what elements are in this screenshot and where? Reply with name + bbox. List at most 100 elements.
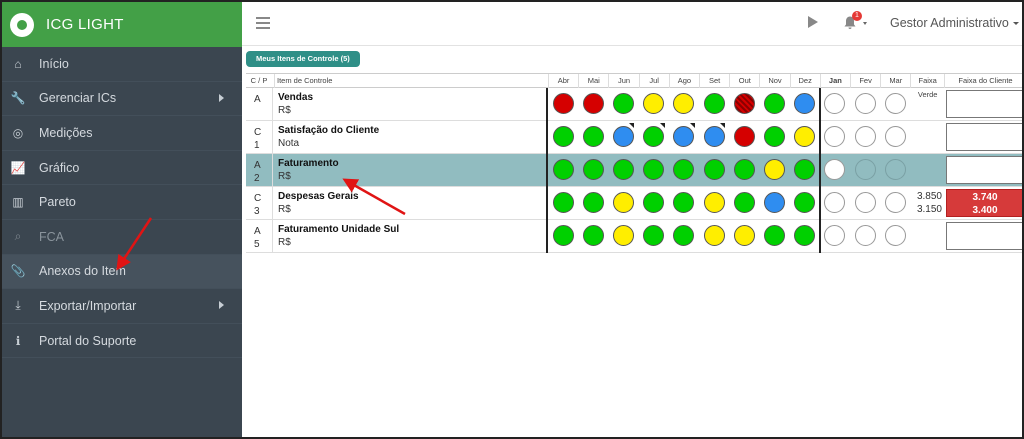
comment-flag-icon — [659, 123, 665, 128]
status-dot-green[interactable] — [733, 159, 755, 180]
faixa-cliente-top: 3.740 — [972, 192, 998, 203]
status-dot-yellow[interactable] — [643, 93, 665, 114]
item-name[interactable]: Satisfação do Cliente — [278, 125, 379, 137]
status-dot-blue[interactable] — [763, 192, 785, 213]
status-dot-green[interactable] — [582, 126, 604, 147]
sidebar-item-exportar-importar[interactable]: ⤓ Exportar/Importar — [2, 289, 242, 324]
sidebar-item-in-cio[interactable]: ⌂ Início — [2, 47, 242, 82]
status-dot-blue[interactable] — [612, 126, 634, 147]
status-dot-empty[interactable] — [854, 159, 876, 180]
sidebar-item-gerenciar-ics[interactable]: 🔧 Gerenciar ICs — [2, 82, 242, 117]
status-dot-green[interactable] — [582, 225, 604, 246]
sidebar-item-anexos-do-item[interactable]: 📎 Anexos do Item — [2, 254, 242, 290]
status-dot-green[interactable] — [794, 159, 816, 180]
status-dot-green[interactable] — [582, 159, 604, 180]
status-dot-green[interactable] — [673, 225, 695, 246]
chevron-down-icon[interactable] — [863, 22, 867, 25]
status-dot-empty[interactable] — [824, 126, 846, 147]
status-dot-green[interactable] — [703, 93, 725, 114]
status-dot-blue[interactable] — [703, 126, 725, 147]
status-dot-empty[interactable] — [854, 225, 876, 246]
item-name[interactable]: Faturamento — [278, 158, 339, 170]
status-dot-green[interactable] — [643, 225, 665, 246]
status-dot-green[interactable] — [643, 192, 665, 213]
status-dot-green[interactable] — [763, 225, 785, 246]
tab-meus-itens[interactable]: Meus Itens de Controle (5) — [246, 51, 360, 67]
faixa-cliente-box[interactable] — [946, 156, 1022, 184]
table-row[interactable]: C 3 Despesas Gerais R$ 3.850 3.150 3.740 3.400 — [246, 187, 1022, 220]
status-dot-blue[interactable] — [673, 126, 695, 147]
play-icon[interactable] — [808, 16, 818, 28]
status-dot-green[interactable] — [733, 192, 755, 213]
item-name[interactable]: Vendas — [278, 92, 313, 104]
sidebar-item-portal-do-suporte[interactable]: ℹ Portal do Suporte — [2, 324, 242, 359]
cp-number: 5 — [254, 239, 260, 250]
status-dot-green[interactable] — [552, 126, 574, 147]
control-items-grid: C / P Item de Controle Abr Mai Jun Jul Ago Set O… — [246, 73, 1022, 253]
status-dot-empty[interactable] — [854, 192, 876, 213]
faixa-cliente-box[interactable]: 3.740 3.400 — [946, 189, 1022, 217]
status-dot-empty[interactable] — [824, 225, 846, 246]
status-dot-yellow[interactable] — [794, 126, 816, 147]
status-dot-empty[interactable] — [824, 192, 846, 213]
status-dot-green[interactable] — [552, 192, 574, 213]
status-dot-green[interactable] — [612, 159, 634, 180]
status-dot-green[interactable] — [763, 93, 785, 114]
faixa-cliente-bottom: 3.400 — [972, 205, 998, 216]
user-menu[interactable]: Gestor Administrativo — [890, 16, 1019, 30]
item-name[interactable]: Despesas Gerais — [278, 191, 359, 203]
sidebar-item-medi-es[interactable]: ◎ Medições — [2, 116, 242, 151]
status-dot-green[interactable] — [612, 93, 634, 114]
status-dot-red[interactable] — [552, 93, 574, 114]
status-dot-yellow[interactable] — [763, 159, 785, 180]
status-dot-green[interactable] — [794, 225, 816, 246]
faixa-cliente-box[interactable] — [946, 90, 1022, 118]
status-dot-empty[interactable] — [854, 126, 876, 147]
grid-body: A Vendas R$ C 1 Satisfação do Cliente Nota A 2 Fa… — [246, 88, 1022, 253]
column-header-month: Set — [699, 74, 729, 88]
status-dot-green[interactable] — [763, 126, 785, 147]
brand[interactable]: ICG LIGHT — [2, 2, 242, 47]
menu-toggle-icon[interactable] — [256, 17, 270, 29]
status-dot-empty[interactable] — [854, 93, 876, 114]
faixa-cliente-box[interactable] — [946, 222, 1022, 250]
status-dot-yellow[interactable] — [733, 225, 755, 246]
status-dot-empty[interactable] — [884, 93, 906, 114]
column-divider — [272, 121, 273, 154]
status-dot-empty[interactable] — [824, 159, 846, 180]
status-dot-green[interactable] — [703, 159, 725, 180]
status-dot-green[interactable] — [552, 159, 574, 180]
faixa-cliente-box[interactable] — [946, 123, 1022, 151]
status-dot-yellow[interactable] — [673, 93, 695, 114]
status-dot-blue[interactable] — [794, 93, 816, 114]
status-dot-green[interactable] — [552, 225, 574, 246]
status-dot-empty[interactable] — [824, 93, 846, 114]
status-dot-empty[interactable] — [884, 159, 906, 180]
column-header-faixa-cliente: Faixa do Cliente — [944, 74, 1022, 88]
status-dot-green[interactable] — [582, 192, 604, 213]
table-row[interactable]: A 2 Faturamento R$ — [246, 154, 1022, 187]
sidebar-item-pareto[interactable]: ▥ Pareto — [2, 185, 242, 220]
status-dot-yellow[interactable] — [612, 225, 634, 246]
table-row[interactable]: C 1 Satisfação do Cliente Nota — [246, 121, 1022, 154]
status-dot-empty[interactable] — [884, 225, 906, 246]
sidebar-item-fca[interactable]: ⌕ FCA — [2, 220, 242, 255]
column-header-month: Nov — [759, 74, 789, 88]
status-dot-green[interactable] — [643, 159, 665, 180]
status-dot-yellow[interactable] — [703, 225, 725, 246]
comment-flag-icon — [689, 123, 695, 128]
status-dot-green[interactable] — [673, 159, 695, 180]
status-dot-red[interactable] — [582, 93, 604, 114]
status-dot-green[interactable] — [794, 192, 816, 213]
status-dot-green[interactable] — [673, 192, 695, 213]
status-dot-yellow[interactable] — [612, 192, 634, 213]
status-dot-yellow[interactable] — [703, 192, 725, 213]
item-name[interactable]: Faturamento Unidade Sul — [278, 224, 399, 236]
sidebar-item-gr-fico[interactable]: 📈 Gráfico — [2, 151, 242, 186]
status-dot-green[interactable] — [643, 126, 665, 147]
table-row[interactable]: A Vendas R$ — [246, 88, 1022, 121]
status-dot-striped[interactable] — [733, 93, 755, 114]
table-row[interactable]: A 5 Faturamento Unidade Sul R$ — [246, 220, 1022, 253]
status-dot-red[interactable] — [733, 126, 755, 147]
status-dot-empty[interactable] — [884, 126, 906, 147]
